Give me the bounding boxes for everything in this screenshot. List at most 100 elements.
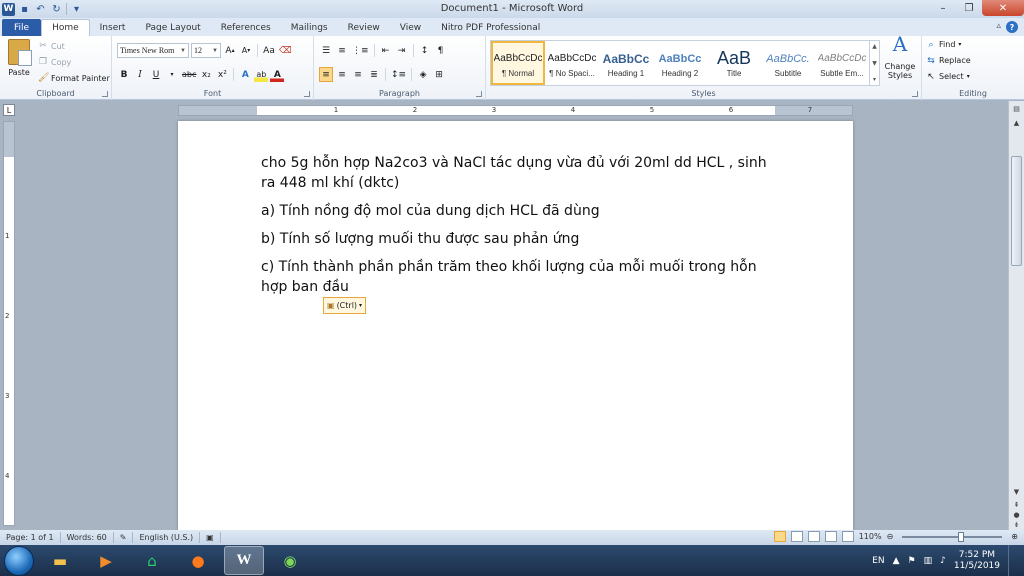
chevron-up-icon[interactable]: ▲ (872, 43, 877, 50)
more-icon[interactable]: ▾ (873, 76, 876, 83)
horizontal-ruler[interactable]: 1 2 3 4 5 6 7 (178, 105, 853, 116)
minimize-ribbon-icon[interactable]: ▵ (996, 21, 1001, 33)
document-paragraph[interactable]: c) Tính thành phần phần trăm theo khối l… (261, 257, 781, 297)
media-player-taskbar-icon[interactable]: ▶ (86, 546, 126, 575)
scroll-thumb[interactable] (1011, 156, 1022, 266)
vertical-ruler[interactable]: 1 2 3 4 (3, 121, 15, 526)
paragraph-dialog-launcher[interactable] (476, 91, 482, 97)
bullets-icon[interactable]: ☰ (319, 43, 333, 58)
document-body[interactable]: cho 5g hỗn hợp Na2co3 và NaCl tác dụng v… (261, 153, 781, 305)
macro-icon[interactable]: ▣ (200, 532, 221, 543)
zoom-in-icon[interactable]: ⊕ (1011, 532, 1018, 541)
font-size-combo[interactable]: 12 ▼ (191, 43, 221, 58)
tab-view[interactable]: View (390, 19, 431, 36)
underline-button[interactable]: U (149, 67, 163, 82)
language-status[interactable]: English (U.S.) (133, 532, 201, 543)
decrease-indent-icon[interactable]: ⇤ (379, 43, 393, 58)
outline-view-button[interactable] (824, 531, 837, 542)
change-styles-button[interactable]: A Change Styles (882, 34, 918, 80)
print-layout-view-button[interactable] (773, 531, 786, 542)
network-icon[interactable]: ▥ (924, 556, 933, 566)
styles-dialog-launcher[interactable] (912, 91, 918, 97)
flag-icon[interactable]: ⚑ (908, 556, 916, 566)
strikethrough-button[interactable]: abc (181, 67, 197, 82)
help-icon[interactable]: ? (1006, 21, 1018, 33)
style-gallery-scroll[interactable]: ▲ ▼ ▾ (869, 41, 879, 85)
superscript-button[interactable]: x² (215, 67, 229, 82)
style-no-spacing[interactable]: AaBbCcDc ¶ No Spaci... (545, 41, 599, 85)
style-heading-2[interactable]: AaBbCc Heading 2 (653, 41, 707, 85)
zoom-level[interactable]: 110% (859, 532, 882, 541)
word-taskbar-icon[interactable]: W (224, 546, 264, 575)
show-hidden-icons-icon[interactable]: ▲ (893, 556, 900, 566)
paste-button[interactable]: Paste (4, 39, 34, 85)
shrink-font-button[interactable]: A ▾ (239, 43, 253, 58)
clear-formatting-icon[interactable]: ⌫ (278, 43, 293, 58)
tab-page-layout[interactable]: Page Layout (135, 19, 210, 36)
select-button[interactable]: ↖ Select ▾ (926, 71, 971, 82)
multilevel-list-icon[interactable]: ⋮≡ (351, 43, 370, 58)
replace-button[interactable]: ⇆ Replace (926, 55, 970, 66)
start-button[interactable] (4, 545, 34, 576)
zoom-slider[interactable] (902, 531, 1003, 542)
format-painter-button[interactable]: 🖌 Format Painter (38, 72, 110, 84)
proofing-icon[interactable]: ✎ (114, 532, 134, 543)
tab-selector[interactable]: L (3, 104, 15, 116)
page-count[interactable]: Page: 1 of 1 (0, 532, 61, 543)
tab-references[interactable]: References (211, 19, 281, 36)
explorer-taskbar-icon[interactable]: ▬ (40, 546, 80, 575)
volume-icon[interactable]: ♪ (940, 556, 946, 566)
zoom-slider-knob[interactable] (958, 531, 965, 542)
style-subtitle[interactable]: AaBbCc. Subtitle (761, 41, 815, 85)
copy-button[interactable]: ❐ Copy (38, 56, 110, 68)
redo-icon[interactable]: ↻ (50, 3, 63, 16)
word-count[interactable]: Words: 60 (61, 532, 114, 543)
justify-icon[interactable]: ≣ (367, 67, 381, 82)
increase-indent-icon[interactable]: ⇥ (395, 43, 409, 58)
document-paragraph[interactable]: cho 5g hỗn hợp Na2co3 và NaCl tác dụng v… (261, 153, 781, 193)
numbering-icon[interactable]: ≡ (335, 43, 349, 58)
style-subtle-emphasis[interactable]: AaBbCcDc Subtle Em... (815, 41, 869, 85)
text-effects-button[interactable]: A (238, 67, 252, 82)
clock[interactable]: 7:52 PM 11/5/2019 (954, 550, 1000, 572)
full-screen-view-button[interactable] (790, 531, 803, 542)
style-normal[interactable]: AaBbCcDc ¶ Normal (491, 41, 545, 85)
bold-button[interactable]: B (117, 67, 131, 82)
save-icon[interactable]: ▪ (18, 3, 31, 16)
input-language[interactable]: EN (872, 556, 884, 566)
borders-icon[interactable]: ⊞ (432, 67, 446, 82)
chevron-down-icon[interactable]: ▼ (872, 60, 877, 67)
draft-view-button[interactable] (841, 531, 854, 542)
paste-options-button[interactable]: ▣ (Ctrl) ▾ (323, 297, 367, 314)
firefox-taskbar-icon[interactable]: ● (178, 546, 218, 575)
next-page-icon[interactable]: ⇟ (1011, 519, 1022, 530)
align-center-icon[interactable]: ≡ (335, 67, 349, 82)
align-left-icon[interactable]: ≡ (319, 67, 333, 82)
underline-dropdown-icon[interactable]: ▾ (165, 67, 179, 82)
subscript-button[interactable]: x₂ (199, 67, 213, 82)
app-taskbar-icon[interactable]: ⌂ (132, 546, 172, 575)
font-dialog-launcher[interactable] (304, 91, 310, 97)
tab-nitro-pdf[interactable]: Nitro PDF Professional (431, 19, 550, 36)
font-name-combo[interactable]: Times New Rom ▼ (117, 43, 189, 58)
line-spacing-icon[interactable]: ↕≡ (390, 67, 407, 82)
italic-button[interactable]: I (133, 67, 147, 82)
show-hide-marks-button[interactable]: ¶ (434, 43, 448, 58)
restore-button[interactable]: ❐ (956, 0, 982, 16)
highlight-button[interactable]: ab (254, 67, 269, 82)
find-button[interactable]: ⌕ Find ▾ (926, 39, 971, 50)
style-heading-1[interactable]: AaBbCc Heading 1 (599, 41, 653, 85)
grow-font-button[interactable]: A ▴ (223, 43, 237, 58)
customize-qat-icon[interactable]: ▾ (70, 3, 83, 16)
web-layout-view-button[interactable] (807, 531, 820, 542)
shading-icon[interactable]: ◈ (416, 67, 430, 82)
undo-icon[interactable]: ↶ (34, 3, 47, 16)
ruler-toggle-icon[interactable]: ▤ (1011, 103, 1022, 114)
tab-mailings[interactable]: Mailings (281, 19, 338, 36)
tab-file[interactable]: File (2, 19, 42, 36)
sort-icon[interactable]: ↕ (418, 43, 432, 58)
word-app-icon[interactable]: W (2, 2, 15, 16)
unikey-taskbar-icon[interactable]: ◉ (270, 546, 310, 575)
vertical-scrollbar[interactable]: ▤ ▲ ▼ ⇞ ● ⇟ (1008, 101, 1024, 530)
document-page[interactable]: cho 5g hỗn hợp Na2co3 và NaCl tác dụng v… (178, 121, 853, 531)
